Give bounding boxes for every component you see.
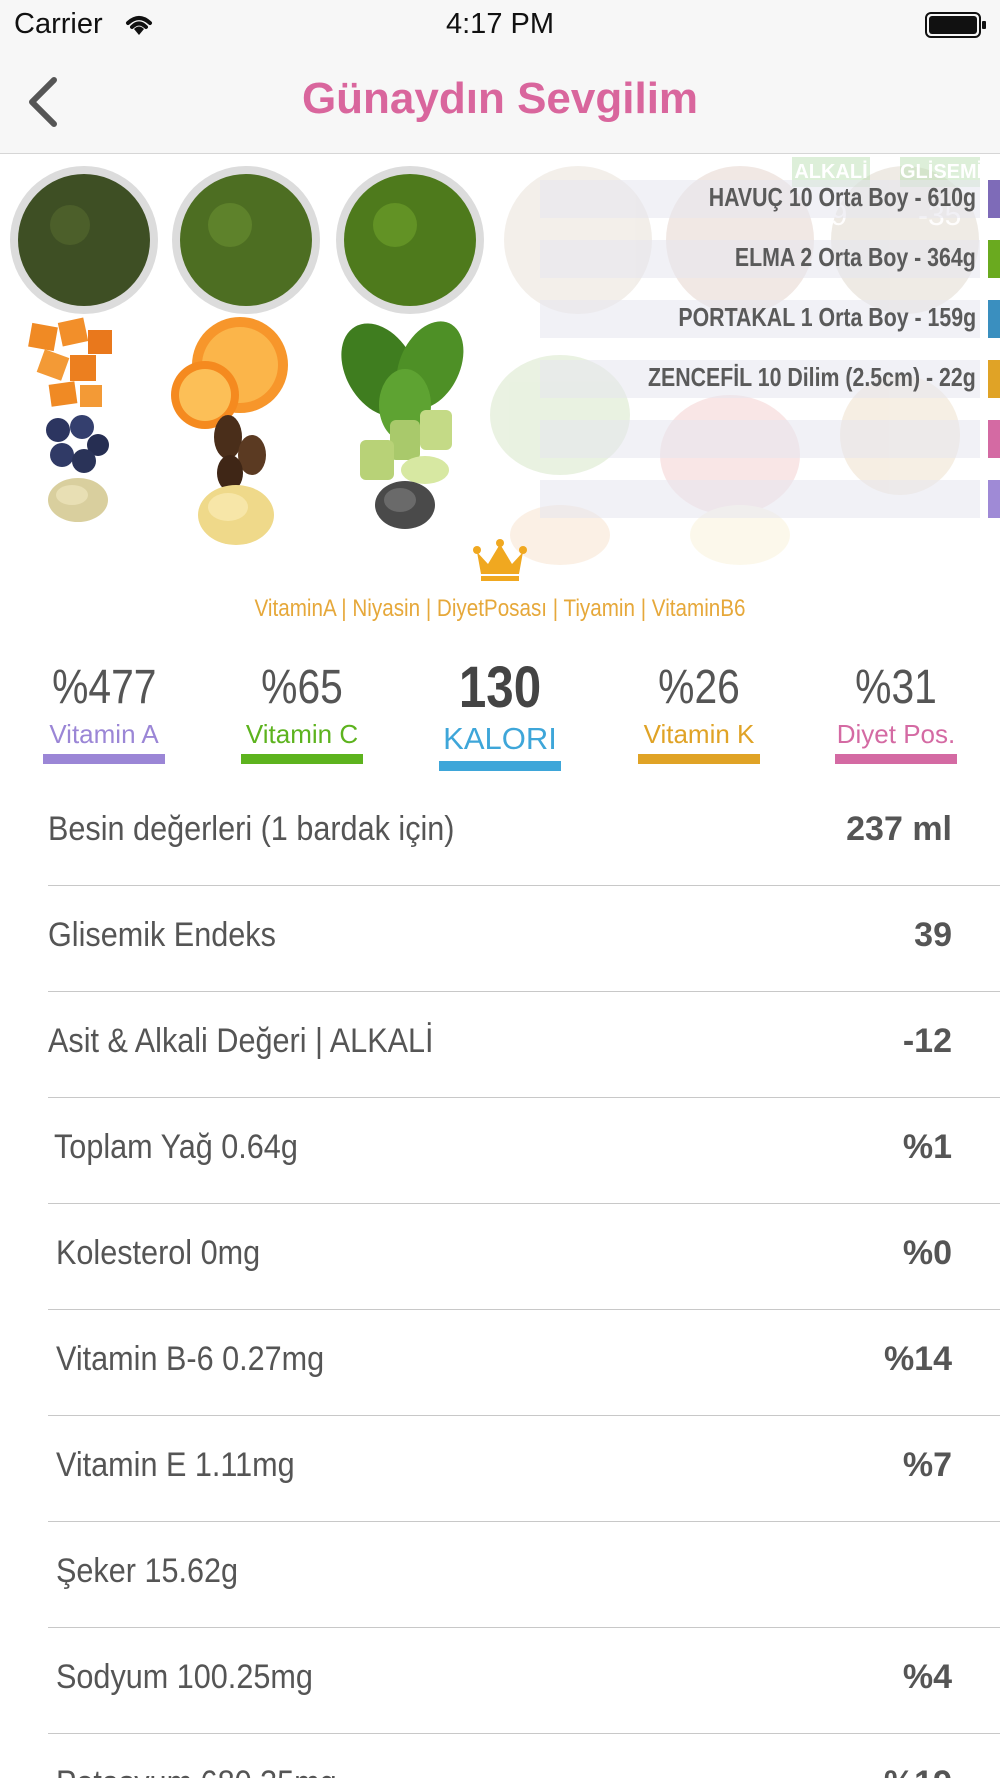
carrot-pieces	[28, 317, 112, 407]
stat-dietary-fiber[interactable]: %31 Diyet Pos.	[835, 660, 957, 764]
row-label: Vitamin E 1.11mg	[56, 1446, 295, 1484]
ginger-shreds	[198, 485, 274, 545]
row-value: -12	[902, 1022, 952, 1060]
stat-underline	[439, 761, 561, 771]
ingredient-row	[540, 420, 1000, 458]
ingredient-row: ELMA 2 Orta Boy - 364g	[540, 240, 1000, 278]
row-value: 237 ml	[846, 810, 952, 848]
stat-label: Vitamin K	[643, 719, 755, 749]
ingredient-color-swatch	[988, 480, 1000, 518]
stat-vitamin-c[interactable]: %65 Vitamin C	[241, 660, 363, 764]
smoothie-glass-1	[10, 166, 158, 314]
row-label: Toplam Yağ 0.64g	[54, 1128, 298, 1166]
smoothie-glass-3	[336, 166, 484, 314]
stat-value: %31	[855, 661, 937, 714]
crown-icon	[473, 539, 527, 581]
table-row: Asit & Alkali Değeri | ALKALİ -12	[48, 992, 1000, 1098]
battery-icon	[925, 11, 987, 44]
stat-label: Vitamin A	[49, 719, 159, 749]
row-label: Kolesterol 0mg	[56, 1234, 261, 1272]
row-value: %1	[902, 1128, 952, 1166]
ingredient-label: ZENCEFİL 10 Dilim (2.5cm) - 22g	[648, 362, 976, 392]
cucumber-pieces	[360, 410, 452, 484]
row-value: %4	[902, 1658, 952, 1696]
stat-label: Diyet Pos.	[836, 719, 956, 749]
row-label: Potasyum 680.35mg	[56, 1764, 337, 1778]
row-value: %0	[902, 1234, 952, 1272]
hemp-seeds	[48, 478, 108, 522]
table-row: Şeker 15.62g	[48, 1522, 1000, 1628]
status-time: 4:17 PM	[446, 8, 554, 40]
ingredient-color-swatch	[988, 240, 1000, 278]
nutrient-highlights: VitaminA | Niyasin | DiyetPosası | Tiyam…	[254, 595, 746, 622]
ingredient-label: ELMA 2 Orta Boy - 364g	[735, 242, 976, 272]
stat-calories[interactable]: 130 KALORI	[439, 655, 561, 771]
row-label: Vitamin B-6 0.27mg	[56, 1340, 325, 1378]
table-row: Glisemik Endeks 39	[48, 886, 1000, 992]
stat-underline	[835, 754, 957, 764]
table-row: Besin değerleri (1 bardak için) 237 ml	[48, 780, 1000, 886]
stat-underline	[241, 754, 363, 764]
ingredient-row: PORTAKAL 1 Orta Boy - 159g	[540, 300, 1000, 338]
row-label: Şeker 15.62g	[56, 1552, 239, 1590]
stat-value: %65	[261, 661, 343, 714]
chia-seeds	[375, 481, 435, 529]
ingredient-label: HAVUÇ 10 Orta Boy - 610g	[708, 182, 976, 212]
table-row: Toplam Yağ 0.64g %1	[48, 1098, 1000, 1204]
row-label: Asit & Alkali Değeri | ALKALİ	[48, 1022, 434, 1060]
stat-value: 130	[458, 655, 542, 720]
smoothie-glass-2	[172, 166, 320, 314]
table-row: Kolesterol 0mg %0	[48, 1204, 1000, 1310]
stat-value: %26	[658, 661, 740, 714]
ingredient-color-swatch	[988, 300, 1000, 338]
row-label: Sodyum 100.25mg	[56, 1658, 313, 1696]
row-label: Glisemik Endeks	[48, 916, 276, 954]
page-title: Günaydın Sevgilim	[301, 74, 699, 123]
table-row: Potasyum 680.35mg %19	[48, 1734, 1000, 1778]
stat-label: KALORI	[443, 721, 557, 756]
stat-underline	[43, 754, 165, 764]
ingredient-row: ZENCEFİL 10 Dilim (2.5cm) - 22g	[540, 360, 1000, 398]
ingredient-color-swatch	[988, 420, 1000, 458]
row-value: %14	[883, 1340, 952, 1378]
nutrition-stats: %477 Vitamin A %65 Vitamin C 130 KALORI …	[0, 655, 1000, 780]
orange-slices	[171, 317, 288, 429]
stat-vitamin-a[interactable]: %477 Vitamin A	[43, 660, 165, 764]
table-row: Vitamin E 1.11mg %7	[48, 1416, 1000, 1522]
ingredient-row: HAVUÇ 10 Orta Boy - 610g	[540, 180, 1000, 218]
row-value: %7	[902, 1446, 952, 1484]
row-label: Besin değerleri (1 bardak için)	[48, 810, 455, 848]
stat-value: %477	[52, 661, 157, 714]
ingredient-row	[540, 480, 1000, 518]
ingredient-label: PORTAKAL 1 Orta Boy - 159g	[678, 302, 976, 332]
status-bar: Carrier 4:17 PM	[0, 0, 1000, 50]
row-value: 39	[914, 916, 952, 954]
ingredient-color-swatch	[988, 360, 1000, 398]
ingredient-color-swatch	[988, 180, 1000, 218]
dates	[214, 415, 266, 491]
stat-vitamin-k[interactable]: %26 Vitamin K	[638, 660, 760, 764]
table-row: Sodyum 100.25mg %4	[48, 1628, 1000, 1734]
stat-label: Vitamin C	[245, 719, 359, 749]
stat-underline	[638, 754, 760, 764]
table-row: Vitamin B-6 0.27mg %14	[48, 1310, 1000, 1416]
blueberries	[46, 415, 109, 473]
navigation-bar: Günaydın Sevgilim	[0, 50, 1000, 154]
row-value: %19	[884, 1764, 952, 1778]
